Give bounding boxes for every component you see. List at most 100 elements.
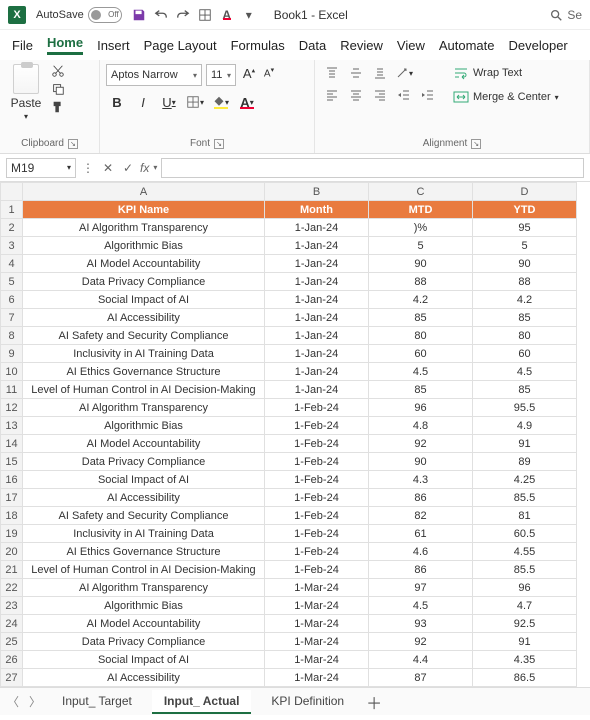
increase-indent-icon[interactable] (417, 86, 439, 104)
cell[interactable]: 4.4 (369, 651, 473, 669)
row-header[interactable]: 14 (1, 435, 23, 453)
font-color-qat-icon[interactable]: A (220, 8, 234, 22)
cell[interactable]: 86 (369, 561, 473, 579)
cell[interactable]: 1-Feb-24 (265, 417, 369, 435)
cell[interactable]: 4.5 (369, 597, 473, 615)
redo-icon[interactable] (176, 8, 190, 22)
cell[interactable]: 96 (473, 579, 577, 597)
row-header[interactable]: 12 (1, 399, 23, 417)
cell[interactable]: Level of Human Control in AI Decision-Ma… (23, 561, 265, 579)
cell[interactable]: 5 (369, 237, 473, 255)
undo-icon[interactable] (154, 8, 168, 22)
cell[interactable]: 1-Feb-24 (265, 471, 369, 489)
cell[interactable]: 1-Feb-24 (265, 453, 369, 471)
borders-button[interactable]: ▾ (184, 92, 206, 112)
cell[interactable]: Data Privacy Compliance (23, 633, 265, 651)
cell[interactable]: 88 (473, 273, 577, 291)
cell[interactable]: 4.3 (369, 471, 473, 489)
cell[interactable]: 1-Feb-24 (265, 525, 369, 543)
cell[interactable]: 1-Feb-24 (265, 561, 369, 579)
cell[interactable]: AI Model Accountability (23, 615, 265, 633)
align-right-icon[interactable] (369, 86, 391, 104)
cell[interactable]: 1-Jan-24 (265, 273, 369, 291)
row-header[interactable]: 27 (1, 669, 23, 687)
cell[interactable]: 80 (369, 327, 473, 345)
cell[interactable]: 1-Mar-24 (265, 651, 369, 669)
sheet-tab-kpi-definition[interactable]: KPI Definition (259, 690, 356, 714)
row-header[interactable]: 24 (1, 615, 23, 633)
row-header[interactable]: 15 (1, 453, 23, 471)
cell[interactable]: Inclusivity in AI Training Data (23, 525, 265, 543)
cell[interactable]: 4.5 (473, 363, 577, 381)
cell[interactable]: Month (265, 201, 369, 219)
align-middle-icon[interactable] (345, 64, 367, 82)
cell[interactable]: 91 (473, 435, 577, 453)
cell[interactable]: Algorithmic Bias (23, 417, 265, 435)
menu-automate[interactable]: Automate (439, 38, 495, 53)
cell[interactable]: Data Privacy Compliance (23, 273, 265, 291)
cell[interactable]: 87 (369, 669, 473, 687)
menu-view[interactable]: View (397, 38, 425, 53)
cell[interactable]: 85 (369, 381, 473, 399)
search-box[interactable]: Se (549, 8, 582, 22)
cell[interactable]: 1-Mar-24 (265, 579, 369, 597)
cell[interactable]: 4.8 (369, 417, 473, 435)
menu-data[interactable]: Data (299, 38, 326, 53)
cell[interactable]: 1-Jan-24 (265, 255, 369, 273)
cell[interactable]: YTD (473, 201, 577, 219)
font-name-combo[interactable]: Aptos Narrow ▾ (106, 64, 202, 86)
italic-button[interactable]: I (132, 92, 154, 112)
cell[interactable]: AI Algorithm Transparency (23, 219, 265, 237)
cancel-icon[interactable]: ✕ (100, 161, 116, 175)
cell[interactable]: AI Accessibility (23, 489, 265, 507)
cell[interactable]: 1-Feb-24 (265, 399, 369, 417)
cell[interactable]: AI Accessibility (23, 669, 265, 687)
cell[interactable]: 97 (369, 579, 473, 597)
cell[interactable]: KPI Name (23, 201, 265, 219)
borders-qat-icon[interactable] (198, 8, 212, 22)
cell[interactable]: Social Impact of AI (23, 291, 265, 309)
dialog-launcher-icon[interactable]: ↘ (471, 139, 481, 149)
cell[interactable]: 1-Mar-24 (265, 615, 369, 633)
autosave-toggle[interactable]: AutoSave Off (36, 7, 122, 23)
cell[interactable]: 4.7 (473, 597, 577, 615)
paste-button[interactable]: Paste ▾ (6, 64, 46, 121)
cell[interactable]: 60.5 (473, 525, 577, 543)
decrease-font-icon[interactable]: A▾ (260, 66, 278, 84)
cell[interactable]: 1-Jan-24 (265, 309, 369, 327)
cell[interactable]: 89 (473, 453, 577, 471)
align-left-icon[interactable] (321, 86, 343, 104)
cell[interactable]: 1-Mar-24 (265, 633, 369, 651)
cell[interactable]: 1-Jan-24 (265, 327, 369, 345)
cell[interactable]: 61 (369, 525, 473, 543)
wrap-text-button[interactable]: Wrap Text (449, 64, 563, 82)
cell[interactable]: AI Model Accountability (23, 435, 265, 453)
spreadsheet-grid[interactable]: A B C D 1KPI NameMonthMTDYTD2AI Algorith… (0, 182, 590, 687)
col-header-C[interactable]: C (369, 183, 473, 201)
cell[interactable]: 4.25 (473, 471, 577, 489)
row-header[interactable]: 13 (1, 417, 23, 435)
cell[interactable]: )% (369, 219, 473, 237)
cell[interactable]: 86 (369, 489, 473, 507)
cell[interactable]: Algorithmic Bias (23, 237, 265, 255)
align-center-icon[interactable] (345, 86, 367, 104)
cell[interactable]: 81 (473, 507, 577, 525)
cell[interactable]: AI Accessibility (23, 309, 265, 327)
dialog-launcher-icon[interactable]: ↘ (68, 139, 78, 149)
select-all-corner[interactable] (1, 183, 23, 201)
menu-page-layout[interactable]: Page Layout (144, 38, 217, 53)
row-header[interactable]: 17 (1, 489, 23, 507)
name-box[interactable]: M19 ▾ (6, 158, 76, 178)
menu-formulas[interactable]: Formulas (231, 38, 285, 53)
align-top-icon[interactable] (321, 64, 343, 82)
cell[interactable]: 1-Jan-24 (265, 381, 369, 399)
cell[interactable]: 1-Feb-24 (265, 489, 369, 507)
cell[interactable]: 91 (473, 633, 577, 651)
cell[interactable]: 90 (369, 453, 473, 471)
cell[interactable]: 85 (369, 309, 473, 327)
row-header[interactable]: 1 (1, 201, 23, 219)
cell[interactable]: 1-Mar-24 (265, 669, 369, 687)
cell[interactable]: 1-Feb-24 (265, 507, 369, 525)
cell[interactable]: 82 (369, 507, 473, 525)
cell[interactable]: 85.5 (473, 561, 577, 579)
